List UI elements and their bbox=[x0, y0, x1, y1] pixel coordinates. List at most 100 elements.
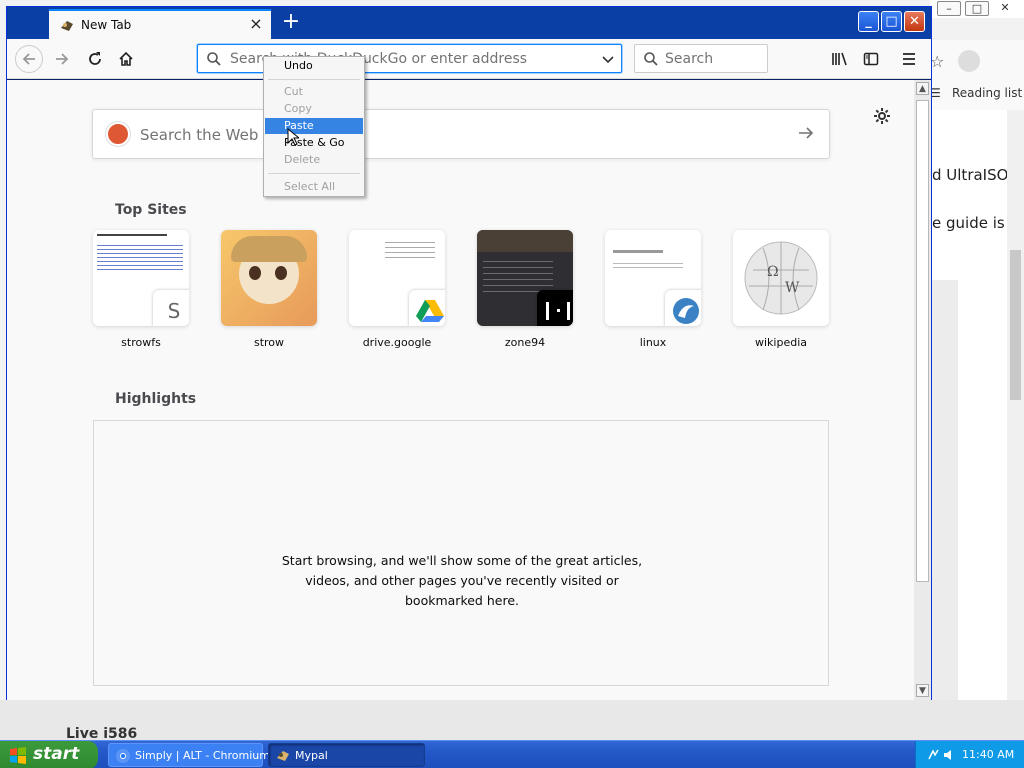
background-titlebar: – □ ✕ bbox=[930, 0, 1024, 18]
taskbar: start Simply | ALT - Chromium Mypal 11:4… bbox=[0, 740, 1024, 768]
highlights-heading: Highlights bbox=[115, 391, 197, 407]
background-card bbox=[932, 280, 958, 700]
top-site-wikipedia[interactable]: Ω W wikipedia bbox=[733, 230, 833, 349]
forward-arrow-icon bbox=[56, 53, 69, 65]
linux-icon bbox=[665, 290, 701, 326]
search-the-web-input[interactable]: Search the Web bbox=[140, 126, 258, 144]
tab-close-icon[interactable]: × bbox=[247, 15, 265, 33]
background-text-1: d UltraISO bbox=[932, 166, 1009, 184]
new-tab-page: Search the Web Top Sites S strowfs strow bbox=[7, 80, 914, 700]
reload-button[interactable] bbox=[82, 47, 108, 71]
highlights-message-line: videos, and other pages you've recently … bbox=[305, 573, 619, 588]
gear-icon[interactable] bbox=[873, 107, 891, 125]
scroll-down-arrow-icon[interactable]: ▼ bbox=[916, 684, 929, 697]
taskbar-item-label: Simply | ALT - Chromium bbox=[135, 749, 270, 762]
search-the-web-box[interactable]: Search the Web bbox=[92, 109, 830, 159]
top-site-label: strow bbox=[253, 336, 285, 349]
svg-text:W: W bbox=[785, 280, 800, 296]
start-label: start bbox=[33, 744, 80, 764]
taskbar-item-mypal[interactable]: Mypal bbox=[268, 743, 425, 767]
menu-item-select-all: Select All bbox=[284, 180, 336, 193]
scroll-up-arrow-icon[interactable]: ▲ bbox=[916, 82, 929, 95]
tab-title: New Tab bbox=[81, 18, 132, 32]
site-thumbnail[interactable] bbox=[221, 230, 317, 326]
menu-item-paste-and-go[interactable]: Paste & Go bbox=[265, 135, 363, 151]
search-icon bbox=[644, 52, 658, 66]
site-thumbnail[interactable]: S bbox=[93, 230, 189, 326]
top-site-drive-google[interactable]: drive.google bbox=[349, 230, 449, 349]
sidebar-button[interactable] bbox=[858, 47, 884, 71]
network-icon[interactable] bbox=[926, 747, 942, 763]
clock[interactable]: 11:40 AM bbox=[962, 741, 1014, 768]
maximize-button[interactable]: □ bbox=[881, 11, 902, 32]
chevron-down-icon[interactable] bbox=[601, 52, 615, 66]
svg-text:Ω: Ω bbox=[767, 264, 779, 280]
site-thumbnail[interactable]: Ω W bbox=[733, 230, 829, 326]
context-menu: Undo Cut Copy Paste Paste & Go Delete Se… bbox=[263, 56, 365, 197]
reload-icon bbox=[89, 52, 101, 65]
mypal-icon bbox=[277, 751, 289, 761]
url-bar[interactable]: Search with DuckDuckGo or enter address bbox=[197, 44, 622, 73]
site-badge-letter: S bbox=[153, 290, 189, 326]
highlights-message-line: bookmarked here. bbox=[405, 593, 519, 608]
taskbar-item-chromium[interactable]: Simply | ALT - Chromium bbox=[108, 743, 270, 767]
top-site-zone94[interactable]: zone94 bbox=[477, 230, 577, 349]
reading-list-label[interactable]: Reading list bbox=[952, 86, 1022, 100]
top-site-strow[interactable]: strow bbox=[221, 230, 321, 349]
library-button[interactable] bbox=[827, 47, 853, 71]
mouse-cursor-icon bbox=[287, 128, 299, 146]
profile-avatar[interactable] bbox=[958, 50, 980, 72]
top-site-label: drive.google bbox=[362, 336, 432, 349]
background-maximize-button[interactable]: □ bbox=[965, 1, 989, 16]
forward-button[interactable] bbox=[49, 47, 75, 71]
site-thumbnail[interactable] bbox=[349, 230, 445, 326]
tab-new-tab[interactable]: New Tab × bbox=[49, 9, 271, 39]
background-scrollbar[interactable] bbox=[1007, 110, 1024, 740]
library-icon bbox=[832, 52, 847, 66]
site-thumbnail[interactable] bbox=[605, 230, 701, 326]
new-tab-button[interactable]: + bbox=[279, 11, 303, 35]
mypal-tab-icon bbox=[61, 21, 73, 31]
star-icon[interactable]: ☆ bbox=[930, 52, 944, 71]
volume-icon[interactable] bbox=[942, 748, 956, 762]
start-button[interactable]: start bbox=[0, 741, 98, 768]
top-sites-heading: Top Sites bbox=[115, 202, 187, 218]
site-thumbnail[interactable] bbox=[477, 230, 573, 326]
top-site-label: wikipedia bbox=[754, 336, 807, 349]
taskbar-item-label: Mypal bbox=[295, 749, 328, 762]
top-site-strowfs[interactable]: S strowfs bbox=[93, 230, 193, 349]
browser-window: New Tab × + _ □ ✕ Search with DuckDuckGo… bbox=[6, 6, 932, 700]
menu-separator bbox=[268, 79, 360, 80]
menu-separator bbox=[268, 173, 360, 174]
background-text-2: e guide is bbox=[932, 214, 1005, 232]
highlights-empty-box: Start browsing, and we'll show some of t… bbox=[93, 420, 829, 686]
page-scrollbar[interactable]: ▲ ▼ bbox=[914, 80, 931, 700]
search-input[interactable]: Search bbox=[665, 51, 713, 67]
home-button[interactable] bbox=[113, 47, 139, 71]
background-close-button[interactable]: ✕ bbox=[993, 1, 1017, 16]
sidebar-icon bbox=[863, 52, 879, 66]
search-icon bbox=[207, 52, 221, 66]
google-drive-icon bbox=[409, 290, 445, 326]
background-minimize-button[interactable]: – bbox=[937, 1, 961, 16]
menu-item-paste[interactable]: Paste bbox=[265, 118, 363, 134]
background-scrollbar-thumb[interactable] bbox=[1010, 250, 1021, 400]
search-bar[interactable]: Search bbox=[634, 44, 768, 73]
menu-item-delete: Delete bbox=[284, 153, 321, 166]
top-site-linux[interactable]: linux bbox=[605, 230, 705, 349]
minimize-button[interactable]: _ bbox=[858, 11, 879, 32]
hamburger-menu-icon bbox=[903, 53, 915, 65]
wikipedia-globe-icon: Ω W bbox=[744, 241, 818, 315]
scrollbar-thumb[interactable] bbox=[916, 100, 929, 582]
tab-strip: New Tab × + _ □ ✕ bbox=[7, 7, 931, 39]
zone94-icon bbox=[537, 290, 573, 326]
menu-button[interactable] bbox=[896, 47, 922, 71]
back-button[interactable] bbox=[15, 45, 43, 73]
close-button[interactable]: ✕ bbox=[904, 11, 925, 32]
background-toolbar: ☆ ☰ Reading list bbox=[930, 40, 1024, 110]
menu-item-cut: Cut bbox=[284, 85, 303, 98]
windows-logo-icon bbox=[10, 747, 26, 764]
highlights-empty-message: Start browsing, and we'll show some of t… bbox=[94, 551, 830, 611]
arrow-right-icon[interactable] bbox=[797, 124, 815, 142]
menu-item-undo[interactable]: Undo bbox=[265, 58, 363, 74]
